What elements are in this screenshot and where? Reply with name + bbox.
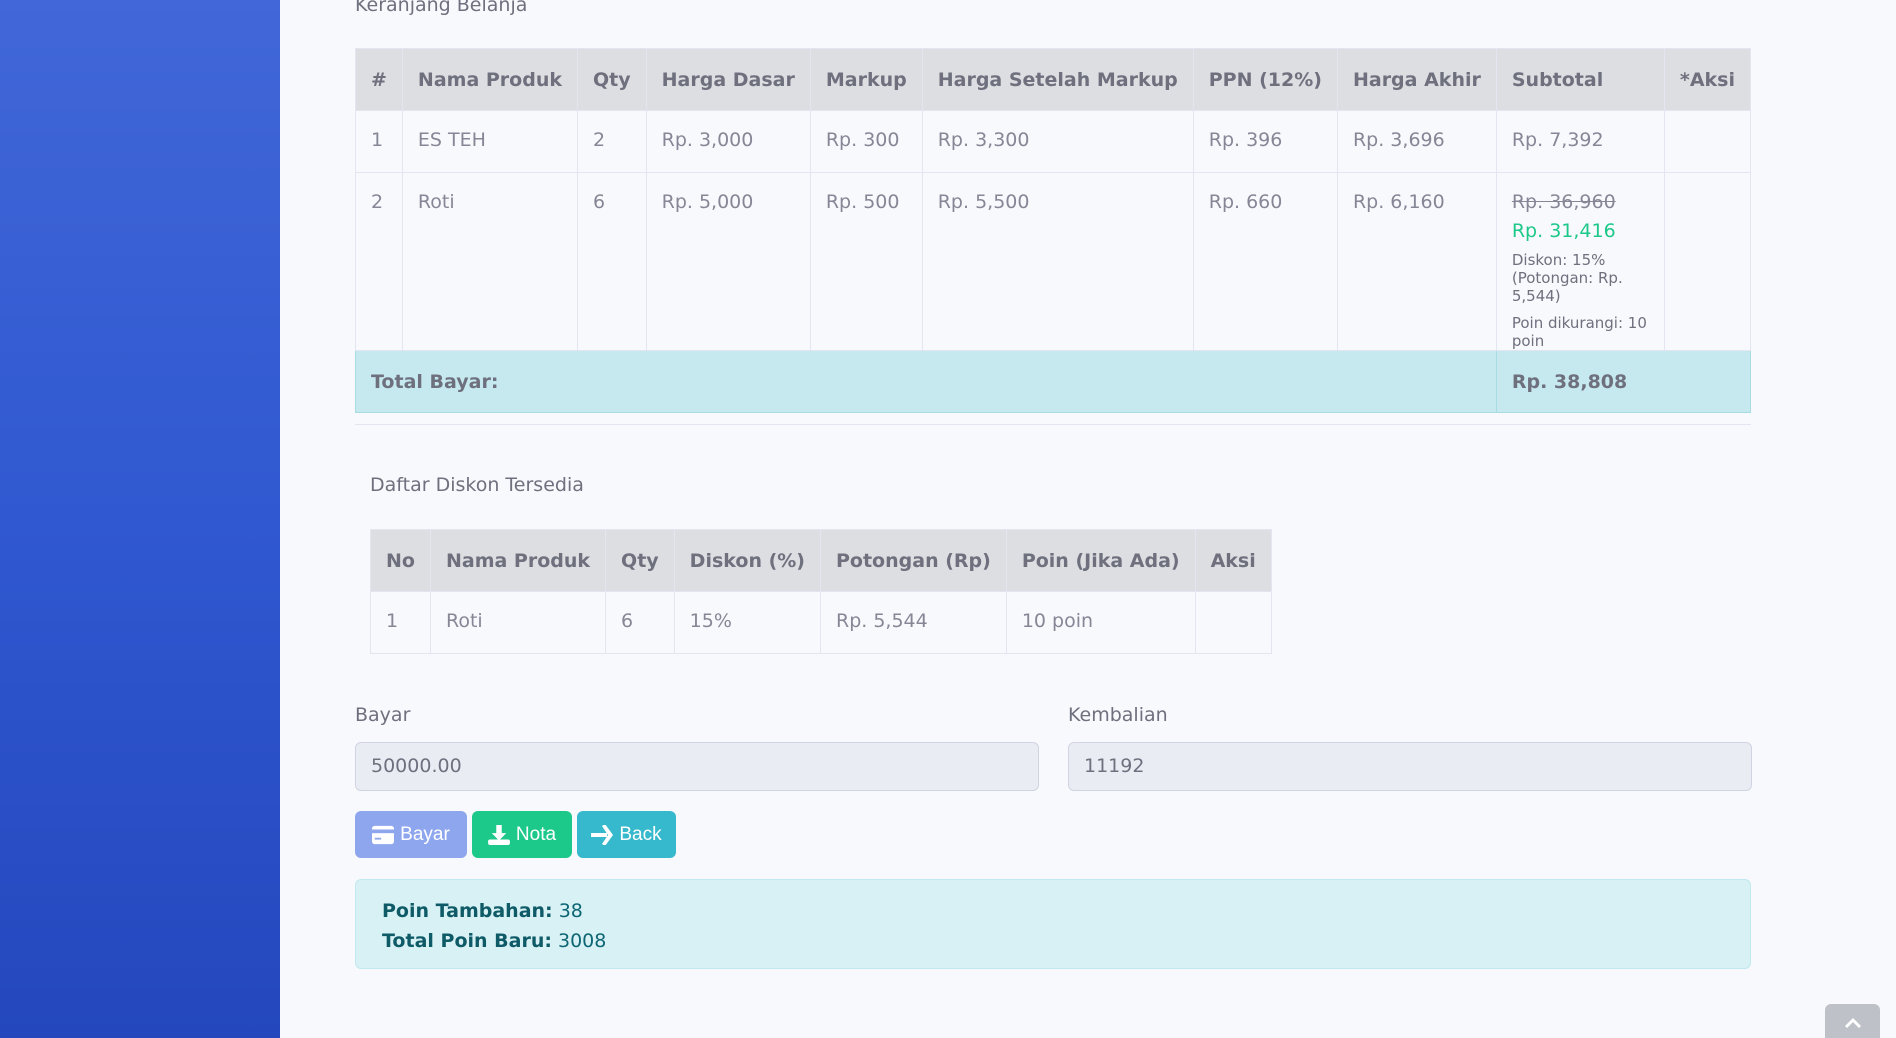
points-alert: Poin Tambahan: 38 Total Poin Baru: 3008 [355, 879, 1751, 969]
cart-header-row: # Nama Produk Qty Harga Dasar Markup Har… [355, 48, 1752, 111]
main-content: Keranjang Belanja # Nama Produk Qty Harg… [280, 0, 1896, 1020]
points-added-value: 38 [558, 900, 583, 922]
discount-header-action: Aksi [1194, 529, 1272, 592]
total-value: Rp. 38,808 [1495, 350, 1752, 413]
discount-header-name: Nama Produk [429, 529, 607, 592]
bayar-input[interactable]: 50000.00 [355, 742, 1039, 791]
table-row: 2 Roti 6 Rp. 5,000 Rp. 500 Rp. 5,500 Rp.… [355, 172, 1752, 351]
cart-header-after-markup: Harga Setelah Markup [921, 48, 1194, 111]
points-note: Poin dikurangi: 10 poin [1511, 314, 1647, 350]
bayar-label: Bayar [355, 704, 411, 726]
subtotal-discounted: Rp. 31,416 [1511, 220, 1616, 242]
cell-subtotal: Rp. 36,960 Rp. 31,416 Diskon: 15% (Poton… [1495, 172, 1665, 351]
nota-button[interactable]: Nota [472, 811, 572, 858]
cell-no: 1 [370, 591, 431, 654]
cell-no: 2 [355, 172, 403, 351]
points-total-label: Total Poin Baru: [382, 930, 552, 952]
cart-header-qty: Qty [577, 48, 647, 111]
discount-header-discount: Diskon (%) [673, 529, 822, 592]
discount-header-row: No Nama Produk Qty Diskon (%) Potongan (… [370, 529, 1272, 592]
cell-name: ES TEH [401, 110, 579, 173]
divider [355, 424, 1751, 425]
cart-header-markup: Markup [809, 48, 923, 111]
cell-subtotal: Rp. 7,392 [1495, 110, 1665, 173]
bayar-button[interactable]: Bayar [355, 811, 467, 858]
credit-card-icon [372, 825, 395, 844]
table-row: 1 ES TEH 2 Rp. 3,000 Rp. 300 Rp. 3,300 R… [355, 110, 1752, 173]
points-total-value: 3008 [558, 930, 607, 952]
arrow-right-icon [591, 824, 614, 845]
sidebar [0, 0, 280, 1038]
cell-qty: 2 [577, 110, 647, 173]
page-title: Keranjang Belanja [355, 0, 528, 16]
back-button[interactable]: Back [577, 811, 676, 858]
cell-qty: 6 [577, 172, 647, 351]
discount-header-no: No [370, 529, 431, 592]
total-row: Total Bayar: Rp. 38,808 [355, 350, 1752, 413]
points-added-label: Poin Tambahan: [382, 900, 553, 922]
cart-header-base: Harga Dasar [645, 48, 811, 111]
total-label: Total Bayar: [355, 350, 1497, 413]
cart-header-name: Nama Produk [401, 48, 579, 111]
scroll-to-top-button[interactable] [1825, 1004, 1880, 1038]
cell-ppn: Rp. 396 [1192, 110, 1338, 173]
cart-header-ppn: PPN (12%) [1192, 48, 1338, 111]
cart-header-no: # [355, 48, 403, 111]
cell-ppn: Rp. 660 [1192, 172, 1338, 351]
subtotal-original: Rp. 36,960 [1511, 191, 1616, 213]
cell-action [1194, 591, 1272, 654]
cart-header-final: Harga Akhir [1336, 48, 1497, 111]
cell-discount: 15% [673, 591, 822, 654]
cell-markup: Rp. 300 [809, 110, 923, 173]
cart-table: # Nama Produk Qty Harga Dasar Markup Har… [355, 48, 1752, 413]
points-added: Poin Tambahan: 38 [382, 896, 1724, 926]
cell-action [1663, 172, 1752, 351]
cell-base: Rp. 5,000 [645, 172, 811, 351]
cell-name: Roti [401, 172, 579, 351]
cell-qty: 6 [605, 591, 675, 654]
discount-list-title: Daftar Diskon Tersedia [370, 474, 584, 496]
discount-note: Diskon: 15% (Potongan: Rp. 5,544) [1511, 251, 1623, 305]
cell-final: Rp. 3,696 [1336, 110, 1497, 173]
discount-table: No Nama Produk Qty Diskon (%) Potongan (… [370, 529, 1272, 654]
bayar-button-label: Bayar [400, 823, 450, 845]
cell-no: 1 [355, 110, 403, 173]
cell-name: Roti [429, 591, 607, 654]
discount-header-qty: Qty [605, 529, 675, 592]
kembalian-label: Kembalian [1068, 704, 1168, 726]
cell-cut: Rp. 5,544 [820, 591, 1007, 654]
cell-base: Rp. 3,000 [645, 110, 811, 173]
cell-markup: Rp. 500 [809, 172, 923, 351]
cell-points: 10 poin [1005, 591, 1196, 654]
kembalian-input[interactable]: 11192 [1068, 742, 1752, 791]
discount-header-cut: Potongan (Rp) [820, 529, 1007, 592]
points-total: Total Poin Baru: 3008 [382, 926, 1724, 956]
cart-header-subtotal: Subtotal [1495, 48, 1665, 111]
discount-header-points: Poin (Jika Ada) [1005, 529, 1196, 592]
cell-final: Rp. 6,160 [1336, 172, 1497, 351]
cell-after-markup: Rp. 5,500 [921, 172, 1194, 351]
cell-after-markup: Rp. 3,300 [921, 110, 1194, 173]
cart-header-action: *Aksi [1663, 48, 1752, 111]
download-icon [488, 824, 510, 845]
chevron-up-icon [1844, 1018, 1861, 1028]
back-button-label: Back [619, 823, 662, 845]
table-row: 1 Roti 6 15% Rp. 5,544 10 poin [370, 591, 1272, 654]
cell-action [1663, 110, 1752, 173]
nota-button-label: Nota [515, 823, 557, 845]
